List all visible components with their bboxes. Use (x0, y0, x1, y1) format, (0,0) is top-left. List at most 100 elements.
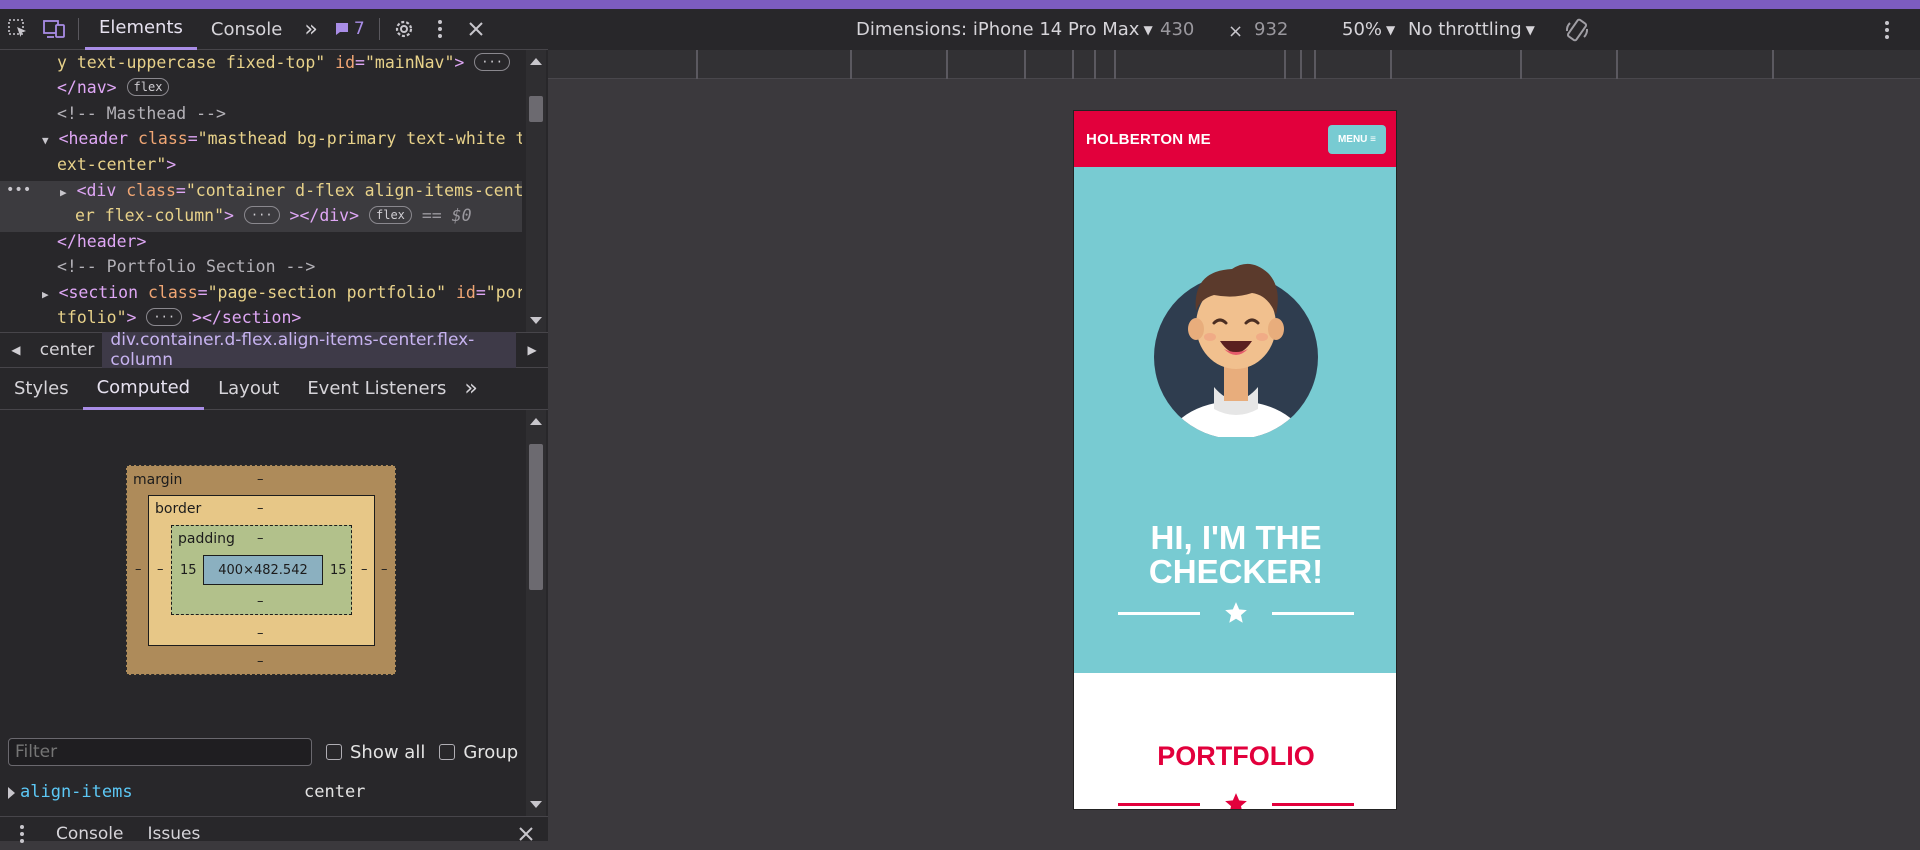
media-query-ruler[interactable] (548, 50, 1920, 79)
ellipsis-pill[interactable]: ··· (243, 206, 280, 224)
selected-node-marker: == $0 (421, 206, 472, 225)
issues-badge[interactable]: 7 (326, 19, 373, 39)
masthead: HI, I'M THE CHECKER! (1074, 167, 1396, 673)
dropdown-caret-icon: ▼ (1143, 22, 1153, 37)
inspect-element-icon[interactable] (0, 9, 36, 50)
dom-node-container-div-cont[interactable]: er flex-column"> ··· ></div> flex == $0 (75, 203, 472, 229)
site-navbar: HOLBERTON ME MENU ≡ (1074, 111, 1396, 167)
dropdown-caret-icon: ▼ (1386, 22, 1396, 37)
dom-comment-portfolio[interactable]: <!-- Portfolio Section --> (57, 254, 315, 280)
zoom-label: 50% (1342, 19, 1383, 40)
computed-property-row[interactable]: align-items center (0, 774, 524, 816)
tab-elements[interactable]: Elements (85, 9, 197, 50)
collapse-triangle-icon[interactable]: ▶ (42, 288, 49, 301)
devtools-drawer: Console Issues (0, 816, 548, 850)
toolbar-separator (378, 18, 380, 40)
dom-node-header-cont[interactable]: ext-center"> (57, 152, 176, 178)
node-actions-icon[interactable]: ••• (6, 178, 31, 204)
ellipsis-pill[interactable]: ··· (146, 308, 183, 326)
tab-styles[interactable]: Styles (0, 368, 83, 410)
computed-property-value: center (304, 782, 366, 802)
scroll-up-icon[interactable] (530, 418, 542, 425)
throttling-label: No throttling (1408, 19, 1522, 40)
issues-count: 7 (353, 19, 365, 39)
devtools-toolbar: Elements Console » 7 (0, 9, 548, 50)
tab-computed[interactable]: Computed (82, 368, 205, 410)
dom-node-nav-close[interactable]: </nav> flex (57, 75, 170, 101)
box-model-border[interactable]: border – – – – padding – 15 15 – 400×482… (148, 495, 375, 646)
flex-badge[interactable]: flex (369, 206, 412, 224)
gear-icon[interactable] (386, 9, 422, 50)
breadcrumb-item-prev[interactable]: center (32, 332, 103, 368)
scrollbar-thumb[interactable] (529, 444, 543, 590)
device-toggle-icon[interactable] (36, 9, 72, 50)
more-sub-tabs-button[interactable]: » (460, 368, 481, 410)
dropdown-caret-icon: ▼ (1525, 22, 1535, 37)
toolbar-separator (78, 18, 79, 40)
dom-node-nav-open[interactable]: y text-uppercase fixed-top" id="mainNav"… (57, 50, 510, 76)
dom-node-header[interactable]: ▼ <header class="masthead bg-primary tex… (42, 126, 522, 154)
scroll-up-icon[interactable] (530, 58, 542, 65)
flex-badge[interactable]: flex (126, 78, 170, 96)
close-drawer-icon[interactable] (504, 826, 548, 841)
breadcrumb-left-icon[interactable]: ◀ (0, 332, 32, 368)
breadcrumb: ◀ center div.container.d-flex.align-item… (0, 330, 548, 370)
box-model-padding[interactable]: padding – 15 15 – 400×482.542 (171, 525, 352, 615)
message-icon (335, 23, 348, 35)
hero-title-line-2: CHECKER! (1148, 553, 1324, 590)
close-icon[interactable] (458, 9, 494, 50)
dom-tree: y text-uppercase fixed-top" id="mainNav"… (0, 50, 522, 332)
device-width-input[interactable]: 430 (1160, 9, 1194, 50)
dom-comment-masthead[interactable]: <!-- Masthead --> (57, 101, 226, 127)
scroll-down-icon[interactable] (530, 801, 542, 808)
computed-property-name: align-items (20, 782, 133, 802)
menu-button[interactable]: MENU ≡ (1327, 124, 1386, 154)
more-tabs-button[interactable]: » (296, 9, 325, 50)
site-brand[interactable]: HOLBERTON ME (1086, 131, 1211, 148)
breadcrumb-item-current[interactable]: div.container.d-flex.align-items-center.… (102, 330, 517, 370)
dom-tree-scrollbar[interactable] (526, 50, 546, 332)
star-icon (1225, 602, 1247, 623)
hero-title-line-1: HI, I'M THE (1150, 519, 1322, 556)
dom-node-container-div[interactable]: ▶ <div class="container d-flex align-ite… (60, 178, 522, 206)
computed-filter-row: Show all Group (0, 730, 524, 774)
dom-node-section[interactable]: ▶ <section class="page-section portfolio… (42, 280, 522, 308)
filter-input[interactable] (8, 738, 312, 766)
kebab-menu-icon[interactable] (422, 9, 458, 50)
show-all-checkbox[interactable] (326, 744, 342, 760)
expand-triangle-icon[interactable] (8, 787, 15, 799)
scrollbar-thumb[interactable] (529, 96, 543, 122)
hero-title: HI, I'M THE CHECKER! (1074, 519, 1396, 590)
scroll-down-icon[interactable] (530, 317, 542, 324)
collapse-triangle-icon[interactable]: ▶ (60, 186, 67, 199)
zoom-select[interactable]: 50% ▼ (1342, 9, 1395, 50)
group-checkbox[interactable] (439, 744, 456, 760)
box-model-content[interactable]: 400×482.542 (203, 555, 323, 585)
tab-event-listeners[interactable]: Event Listeners (293, 368, 460, 410)
ellipsis-pill[interactable]: ··· (474, 53, 510, 71)
styles-sub-tabs: Styles Computed Layout Event Listeners » (0, 368, 548, 410)
device-height-input[interactable]: 932 (1254, 9, 1288, 50)
devtools-panel: Elements Console » 7 y text-uppercase fi… (0, 9, 548, 844)
star-icon (1225, 793, 1247, 809)
breadcrumb-right-icon[interactable]: ▶ (516, 332, 548, 368)
computed-scrollbar[interactable] (526, 410, 546, 816)
portfolio-section-title: PORTFOLIO (1157, 741, 1315, 771)
dom-node-section-cont[interactable]: tfolio"> ··· ></section> (57, 305, 301, 331)
tab-console[interactable]: Console (197, 9, 296, 50)
box-model-margin[interactable]: margin – – – – border – – – – padding – … (126, 465, 396, 675)
avatar (1154, 263, 1318, 437)
tab-layout[interactable]: Layout (204, 368, 293, 410)
device-screen[interactable]: HOLBERTON ME MENU ≡ HI, I'M THE CHECKER!… (1073, 110, 1397, 810)
box-model-diagram: margin – – – – border – – – – padding – … (0, 410, 524, 730)
device-toolbar: Dimensions: iPhone 14 Pro Max ▼ 430 × 93… (548, 9, 1920, 50)
dom-node-header-close[interactable]: </header> (57, 229, 146, 255)
rotate-icon[interactable] (1564, 17, 1590, 48)
hero-divider (1074, 598, 1396, 628)
expand-triangle-icon[interactable]: ▼ (42, 134, 49, 147)
device-more-icon[interactable] (1884, 20, 1890, 45)
throttling-select[interactable]: No throttling ▼ (1408, 9, 1535, 50)
device-select[interactable]: Dimensions: iPhone 14 Pro Max ▼ (856, 9, 1153, 50)
device-dimensions-label: Dimensions: iPhone 14 Pro Max (856, 19, 1140, 40)
dimension-times-label: × (1228, 21, 1244, 42)
